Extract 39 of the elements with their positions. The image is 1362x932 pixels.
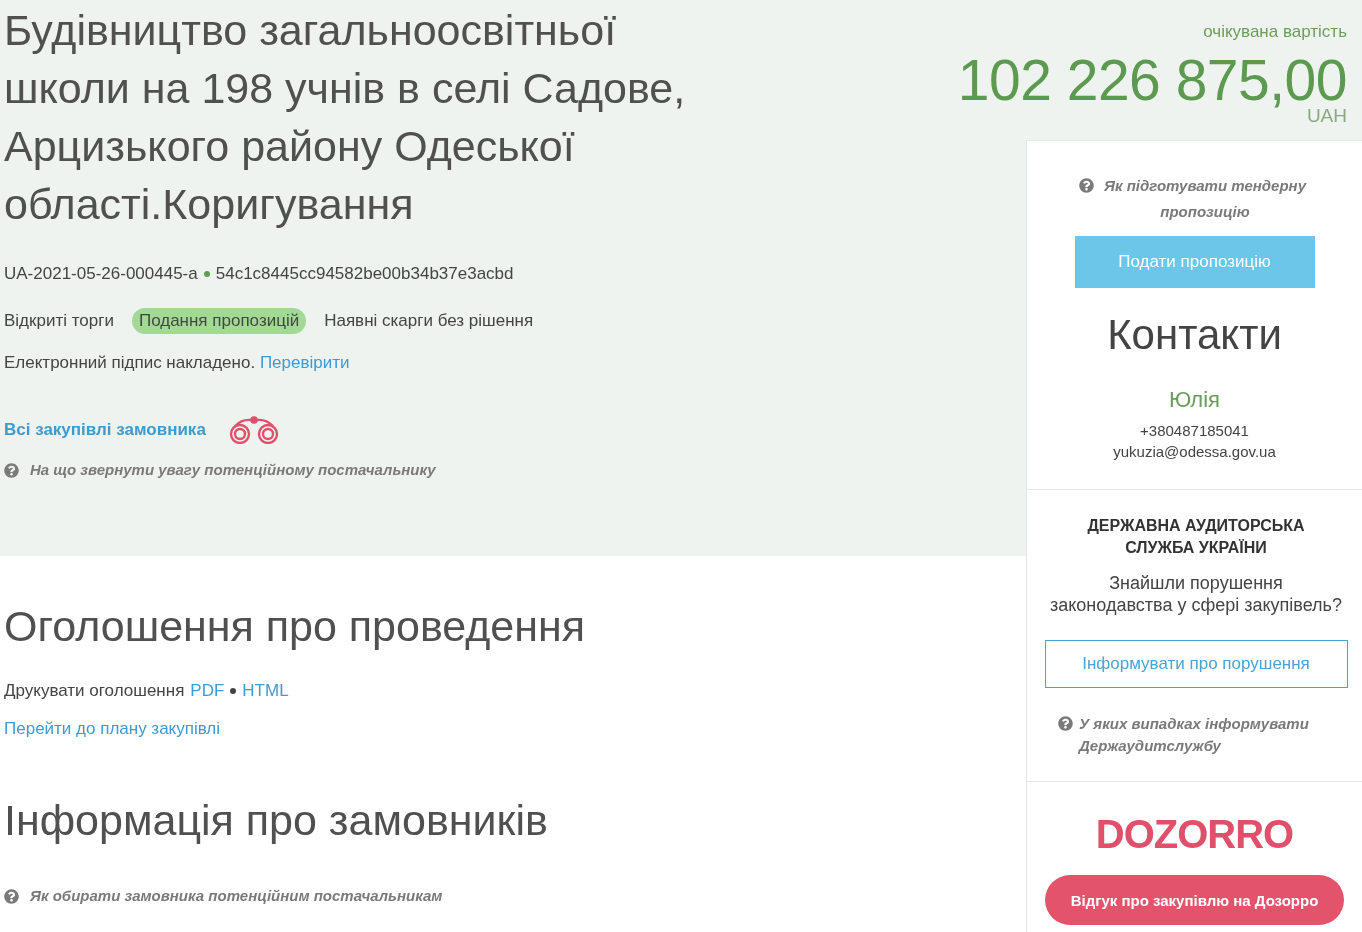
- customer-hint-link[interactable]: Як обирати замовника потенційним постачальникам: [30, 885, 443, 907]
- signature-note: Електронний підпис накладено. Перевірити: [4, 352, 350, 374]
- section-heading: Оголошення про проведення: [4, 601, 586, 652]
- expected-value-amount: 102 226 875,00: [957, 54, 1347, 106]
- audit-service-title: ДЕРЖАВНА АУДИТОРСЬКА СЛУЖБА УКРАЇНИ: [1086, 516, 1306, 558]
- verify-link[interactable]: Перевірити: [259, 353, 350, 372]
- violation-question: Знайшли порушення законодавства у сфері закупівель?: [1049, 572, 1343, 616]
- contact-name: Юлія: [1169, 386, 1220, 414]
- help-icon: [4, 888, 19, 904]
- procurement-plan-link[interactable]: Перейти до плану закупівлі: [4, 717, 221, 741]
- print-label: Друкувати оголошення: [4, 680, 185, 702]
- expected-value-label: очікувана вартість: [1203, 21, 1347, 43]
- status-badge: Подання пропозицій: [131, 308, 307, 334]
- supplier-hint-link[interactable]: На що звернути увагу потенційному постачальнику: [30, 459, 436, 481]
- help-icon: [1058, 716, 1073, 731]
- tender-id: UA-2021-05-26-000445-a: [4, 263, 198, 285]
- feedback-button[interactable]: Відгук про закупівлю на Дозорро: [1045, 875, 1344, 925]
- contacts-heading: Контакти: [1107, 310, 1282, 360]
- report-violation-button[interactable]: Інформувати про порушення: [1044, 640, 1348, 688]
- separator-dot-icon: [230, 688, 237, 694]
- help-icon: [4, 462, 19, 478]
- currency-label: UAH: [1306, 105, 1347, 127]
- section-heading: Інформація про замовників: [4, 795, 548, 846]
- print-format-link[interactable]: HTML: [242, 679, 289, 703]
- bid-hint-link[interactable]: Як підготувати тендерну пропозицію: [1100, 173, 1310, 225]
- print-format-link[interactable]: PDF: [190, 679, 225, 703]
- procedure-type: Відкриті торги: [4, 310, 114, 332]
- logo-wordmark: DOZORRO: [1095, 814, 1294, 854]
- submit-bid-button[interactable]: Подати пропозицію: [1074, 236, 1315, 288]
- customer-tenders-link[interactable]: Всі закупівлі замовника: [4, 418, 206, 442]
- binoculars-icon: [227, 416, 280, 444]
- contact-email: yukuzia@odessa.gov.ua: [1113, 442, 1276, 462]
- tender-title: Будівництво загальноосвітньої школи на 198 учнів в селі Садове, Арцизького району Одеської області.Коригування: [4, 5, 687, 230]
- audit-hint-link[interactable]: У яких випадках інформувати Держаудитслужбу: [1079, 713, 1329, 757]
- help-icon: [1079, 178, 1094, 193]
- tender-hash: 54c1c8445cc94582be00b34b37e3acbd: [215, 263, 514, 285]
- separator-dot-icon: [203, 271, 210, 277]
- contact-phone: +380487185041: [1140, 421, 1249, 441]
- complaints-note: Наявні скарги без рішення: [324, 310, 534, 332]
